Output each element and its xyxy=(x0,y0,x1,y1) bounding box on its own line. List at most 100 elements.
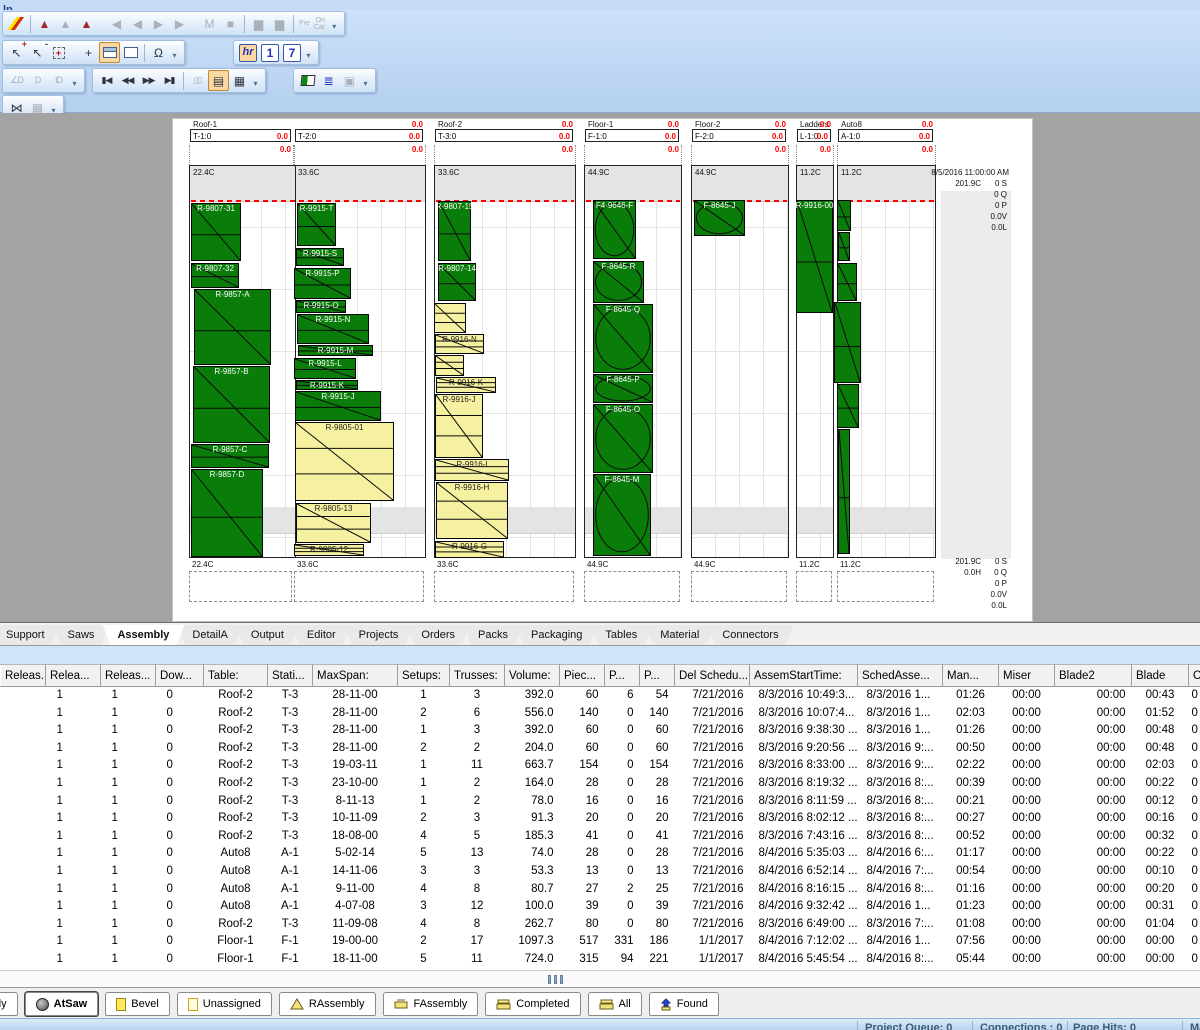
column-header[interactable]: SchedAsse... xyxy=(858,665,943,687)
truss-block[interactable]: F-8645-Q xyxy=(593,304,653,373)
truss-block[interactable] xyxy=(838,232,850,261)
truss-next-icon[interactable]: ▲ xyxy=(76,13,97,34)
column-header[interactable]: Volume: xyxy=(505,665,560,687)
window-blank-icon[interactable] xyxy=(120,42,141,63)
column-header[interactable]: Del Schedu... xyxy=(675,665,750,687)
table-row[interactable]: 110Auto8A-114-11-063353.3130137/21/20168… xyxy=(1,863,1200,881)
grid-view-icon[interactable]: ▦ xyxy=(229,70,250,91)
truss-block[interactable]: R-9857-B xyxy=(193,366,270,443)
column-header[interactable]: Setups: xyxy=(398,665,450,687)
column-header[interactable]: Relea... xyxy=(46,665,101,687)
table-row[interactable]: 110Roof-2T-328-11-0022204.0600607/21/201… xyxy=(1,740,1200,758)
table-row[interactable]: 110Roof-2T-323-10-0012164.0280287/21/201… xyxy=(1,775,1200,793)
column-header[interactable]: Dow... xyxy=(156,665,204,687)
truss-block[interactable]: R-9807-31 xyxy=(191,203,241,261)
truss-block[interactable] xyxy=(434,303,466,333)
truss-block[interactable]: R-9916-J xyxy=(435,394,483,458)
tab-saws[interactable]: Saws xyxy=(53,625,110,645)
truss-block[interactable]: R-9807-32 xyxy=(191,263,239,288)
toolbar-options-chevron-icon[interactable]: ▾ xyxy=(360,70,371,91)
tab-orders[interactable]: Orders xyxy=(406,625,470,645)
truss-block[interactable]: R-9915-T xyxy=(297,203,336,246)
dim-width-icon[interactable]: D xyxy=(27,70,48,91)
truss-block[interactable]: R-9916-N xyxy=(435,334,484,354)
table-row[interactable]: 110Roof-2T-319-03-11111663.715401547/21/… xyxy=(1,757,1200,775)
column-header[interactable]: Man... xyxy=(943,665,999,687)
table-row[interactable]: 110Auto8A-15-02-1451374.0280287/21/20168… xyxy=(1,845,1200,863)
dim-angle-icon[interactable]: ∠D xyxy=(6,70,27,91)
table-row[interactable]: 110Floor-1F-119-00-002171097.35173311861… xyxy=(1,933,1200,951)
one-day-scale-icon[interactable]: 1 xyxy=(261,44,279,62)
truss-block[interactable] xyxy=(435,355,464,376)
splitter-grip-icon[interactable] xyxy=(548,975,563,984)
roll-feed-icon[interactable]: ▤ xyxy=(208,70,229,91)
column-header[interactable]: Blade xyxy=(1132,665,1189,687)
nav-next-icon[interactable]: ▶▶ xyxy=(138,70,159,91)
toolbar-options-chevron-icon[interactable]: ▾ xyxy=(169,42,180,63)
truss-block[interactable] xyxy=(837,263,857,301)
truss-block[interactable]: R-9915-L xyxy=(294,358,356,379)
tab-packs[interactable]: Packs xyxy=(463,625,523,645)
tab-support[interactable]: Support xyxy=(0,625,60,645)
truss-block[interactable]: F-8645-J xyxy=(694,200,745,236)
table-row[interactable]: 110Roof-2T-311-09-0848262.7800807/21/201… xyxy=(1,916,1200,934)
truss-block[interactable]: F-8645-M xyxy=(593,474,651,556)
tab-material[interactable]: Material xyxy=(645,625,714,645)
seven-day-scale-icon[interactable]: 7 xyxy=(283,44,301,62)
table-row[interactable]: 110Roof-2T-310-11-092391.3200207/21/2016… xyxy=(1,810,1200,828)
nav-last-icon[interactable]: ▶▮ xyxy=(159,70,180,91)
truss-prev-icon[interactable]: ▲ xyxy=(34,13,55,34)
saw-tab-bevel[interactable]: Bevel xyxy=(105,992,170,1016)
toolbar-options-chevron-icon[interactable]: ▾ xyxy=(303,42,314,63)
stamp-icon[interactable]: Ω xyxy=(148,42,169,63)
column-header[interactable]: P... xyxy=(640,665,675,687)
truss-block[interactable]: R-9805-01 xyxy=(295,422,394,501)
column-header[interactable]: Releas... xyxy=(1,665,46,687)
horizontal-splitter[interactable] xyxy=(0,970,1200,988)
truss-block[interactable]: R-9916-I xyxy=(435,459,509,481)
truss-block[interactable] xyxy=(837,384,859,428)
nav-prev-icon[interactable]: ◀◀ xyxy=(117,70,138,91)
pointer-add-icon[interactable]: ↖+ xyxy=(6,42,27,63)
step-forward-icon[interactable]: ▶ xyxy=(148,13,169,34)
column-header[interactable]: Miser xyxy=(999,665,1055,687)
truss-block[interactable]: R-9857-C xyxy=(191,444,269,468)
column-header[interactable]: C xyxy=(1189,665,1200,687)
nav-first-icon[interactable]: ▮◀ xyxy=(96,70,117,91)
truss-block[interactable]: R-9807-15 xyxy=(438,201,471,261)
truss-block[interactable]: R-9857-A xyxy=(194,289,271,365)
tab-output[interactable]: Output xyxy=(236,625,299,645)
tab-packaging[interactable]: Packaging xyxy=(516,625,597,645)
truss-block[interactable]: R-9915-O xyxy=(296,300,346,313)
fill-region-icon[interactable]: ■ xyxy=(220,13,241,34)
saw-tab-dy[interactable]: dy xyxy=(0,992,18,1016)
select-region-icon[interactable]: + xyxy=(48,42,69,63)
truss-block[interactable]: R-9805-12 xyxy=(294,544,364,556)
truck-icon[interactable]: ▆ xyxy=(269,13,290,34)
column-header[interactable]: P... xyxy=(605,665,640,687)
tab-editor[interactable]: Editor xyxy=(292,625,351,645)
truss-block[interactable]: R-9916-00 xyxy=(796,200,833,313)
column-header[interactable]: AssemStartTime: xyxy=(750,665,858,687)
toolbar-options-chevron-icon[interactable]: ▾ xyxy=(250,70,261,91)
on-car-label[interactable]: On Car. xyxy=(312,17,329,31)
truss-block[interactable] xyxy=(838,429,850,554)
column-header[interactable]: Blade2 xyxy=(1055,665,1132,687)
step-back-icon[interactable]: ◀ xyxy=(127,13,148,34)
hour-scale-icon[interactable]: hr xyxy=(239,44,257,62)
truss-block[interactable]: R-9915-N xyxy=(297,314,369,344)
saw-tab-completed[interactable]: Completed xyxy=(485,992,580,1016)
table-row[interactable]: 110Roof-2T-318-08-0045185.3410417/21/201… xyxy=(1,828,1200,846)
truss-block[interactable]: R-9916-G xyxy=(435,541,504,558)
truss-block[interactable]: R-9915-S xyxy=(296,248,344,266)
truss-block[interactable]: R-9916-H xyxy=(436,482,508,539)
truck-load-icon[interactable]: ▆ xyxy=(248,13,269,34)
tab-projects[interactable]: Projects xyxy=(344,625,414,645)
truss-block[interactable]: R-9916-K xyxy=(436,377,496,393)
truss-block[interactable]: R-9915-J xyxy=(295,391,381,421)
pan-move-icon[interactable]: + xyxy=(78,42,99,63)
table-row[interactable]: 110Roof-2T-38-11-131278.0160167/21/20168… xyxy=(1,793,1200,811)
window-layout-icon[interactable] xyxy=(99,42,120,63)
truss-block[interactable]: F-8645-R xyxy=(593,261,644,303)
table-row[interactable]: 110Roof-2T-328-11-0013392.0606547/21/201… xyxy=(1,687,1200,705)
